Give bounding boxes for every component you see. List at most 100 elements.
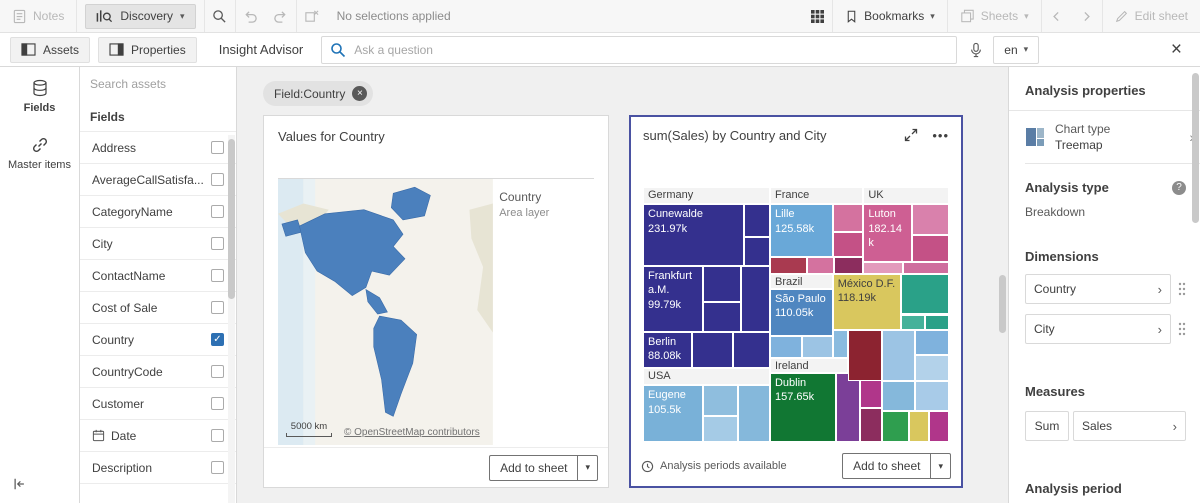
previous-sheet-button[interactable] [1042,0,1072,32]
treemap-cell[interactable] [863,262,903,273]
discovery-menu-button[interactable]: Discovery ▾ [85,4,195,29]
treemap-cell[interactable] [703,385,738,416]
treemap-cell[interactable] [741,266,770,332]
treemap-cell[interactable] [912,235,949,263]
field-checkbox[interactable] [211,397,224,410]
treemap-cell[interactable] [882,330,916,381]
treemap-cell[interactable] [833,232,864,256]
field-row[interactable]: Cost of Sale [80,292,236,324]
field-checkbox[interactable] [211,269,224,282]
treemap-cell[interactable] [901,315,925,330]
treemap-cell[interactable] [770,336,802,358]
measure-aggregation-button[interactable]: Sum [1025,411,1069,441]
treemap-cell[interactable] [834,257,863,274]
field-checkbox[interactable] [211,173,224,186]
caret-down-icon[interactable]: ▾ [930,454,950,478]
treemap-cell[interactable] [903,262,949,273]
language-dropdown[interactable]: en ▾ [993,36,1039,64]
next-sheet-button[interactable] [1072,0,1102,32]
treemap-cell[interactable]: México D.F.118.19k [833,274,901,330]
treemap-cell[interactable] [744,237,770,266]
collapse-panel-icon[interactable] [12,477,27,491]
field-row[interactable]: Customer [80,388,236,420]
treemap-cell[interactable] [692,332,733,368]
field-row[interactable]: CategoryName [80,196,236,228]
bookmarks-button[interactable]: Bookmarks ▾ [833,0,947,32]
map-visualization[interactable]: Country Area layer 5000 km © OpenStreetM… [278,178,594,445]
treemap-group-header[interactable]: Brazil [770,274,833,289]
treemap-cell[interactable] [770,257,807,274]
treemap-cell[interactable] [860,408,881,442]
field-checkbox[interactable] [211,461,224,474]
properties-toggle-button[interactable]: Properties [98,37,197,63]
treemap-cell[interactable] [929,411,949,442]
drag-handle-icon[interactable] [1178,322,1186,336]
map-canvas[interactable] [278,179,493,445]
search-assets-box[interactable] [80,67,236,101]
treemap-cell[interactable]: Frankfurt a.M.99.79k [643,266,703,332]
field-row[interactable]: AverageCallSatisfa... [80,164,236,196]
edit-sheet-button[interactable]: Edit sheet [1103,0,1200,32]
add-to-sheet-button[interactable]: Add to sheet ▾ [489,455,598,481]
treemap-cell[interactable]: São Paulo110.05k [770,289,833,336]
treemap-cell[interactable]: Cunewalde231.97k [643,204,744,266]
treemap-cell[interactable] [882,381,916,412]
properties-scrollbar[interactable] [1192,73,1199,223]
field-checkbox[interactable] [211,365,224,378]
more-options-icon[interactable]: ••• [932,129,949,142]
chart-type-row[interactable]: Chart type Treemap › [1025,111,1200,164]
treemap-cell[interactable] [744,204,770,237]
treemap-cell[interactable] [915,381,949,412]
field-row[interactable]: City [80,228,236,260]
treemap-cell[interactable] [901,274,949,315]
treemap-group-header[interactable]: France [770,187,863,204]
field-checkbox[interactable] [211,237,224,250]
treemap-cell[interactable] [802,336,833,358]
help-icon[interactable]: ? [1172,181,1186,195]
caret-down-icon[interactable]: ▾ [577,456,597,480]
field-checkbox[interactable] [211,205,224,218]
add-to-sheet-button[interactable]: Add to sheet ▾ [842,453,951,479]
treemap-chart-card[interactable]: sum(Sales) by Country and City ••• Germa… [629,115,963,488]
treemap-cell[interactable] [909,411,929,442]
search-assets-input[interactable] [90,77,226,91]
treemap-group-header[interactable]: Ireland [770,358,848,373]
step-forward-button[interactable] [266,0,296,32]
field-row[interactable]: CountryCode [80,356,236,388]
field-checkbox[interactable] [211,141,224,154]
treemap-cell[interactable] [833,330,848,358]
tab-fields[interactable]: Fields [0,67,79,124]
close-insight-advisor-button[interactable]: × [1171,40,1182,59]
treemap-cell[interactable] [925,315,949,330]
assets-toggle-button[interactable]: Assets [10,37,90,63]
treemap-cell[interactable]: Lille125.58k [770,204,833,256]
treemap-visualization[interactable]: GermanyFranceUKBrazilIrelandUSACunewalde… [643,187,949,442]
dimension-item-city[interactable]: City › [1025,314,1171,344]
field-row[interactable]: ContactName [80,260,236,292]
treemap-cell[interactable] [915,330,949,356]
treemap-cell[interactable]: Dublin157.65k [770,373,836,442]
remove-filter-icon[interactable]: × [352,86,367,101]
drag-handle-icon[interactable] [1178,282,1186,296]
smart-search-button[interactable] [205,0,235,32]
map-chart-card[interactable]: Values for Country [263,115,609,488]
treemap-group-header[interactable]: USA [643,368,770,385]
field-row[interactable]: Description [80,452,236,484]
field-checkbox[interactable] [211,301,224,314]
treemap-cell[interactable]: Luton182.14k [863,204,912,262]
tab-master-items[interactable]: Master items [0,124,79,181]
fields-scrollbar[interactable] [228,139,235,299]
treemap-cell[interactable]: Berlin88.08k [643,332,692,368]
sheets-button[interactable]: Sheets ▾ [948,0,1041,32]
filter-chip-field-country[interactable]: Field:Country × [263,81,373,106]
field-checkbox[interactable] [211,429,224,442]
field-row[interactable]: Address [80,132,236,164]
treemap-cell[interactable] [833,204,864,232]
microphone-button[interactable] [969,42,983,58]
treemap-cell[interactable] [703,302,741,332]
ask-question-input[interactable] [354,43,948,57]
treemap-cell[interactable] [912,204,949,235]
treemap-cell[interactable] [882,411,910,442]
treemap-cell[interactable] [738,385,770,442]
treemap-group-header[interactable]: UK [863,187,949,204]
